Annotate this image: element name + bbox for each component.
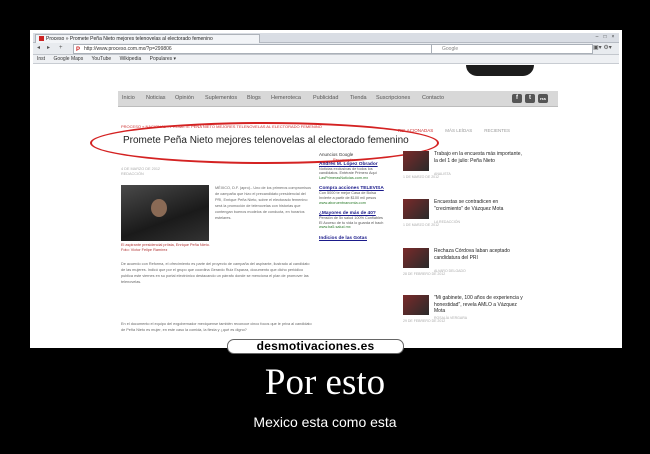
- side-thumbnail: [403, 295, 429, 315]
- side-item-title[interactable]: "Mi gabinete, 100 años de experiencia y …: [434, 295, 524, 315]
- bookmarks-bar: Inst Google Maps YouTube Wikipedia Popul…: [33, 55, 619, 64]
- article-body: De acuerdo con Reforma, el ofrecimiento …: [121, 262, 310, 284]
- tab-title: Proceso » Promete Peña Nieto mejores tel…: [46, 36, 213, 42]
- side-item-title[interactable]: Rechaza Córdova Iaban aceptado candidatu…: [434, 248, 524, 261]
- window-controls: – □ ×: [593, 34, 617, 41]
- ad-title[interactable]: Indicios de las Gotas: [319, 236, 384, 241]
- side-thumbnail: [403, 151, 429, 171]
- red-circle-annotation: [90, 122, 439, 164]
- site-nav: Inicio Noticias Opinión Suplementos Blog…: [118, 91, 558, 107]
- search-placeholder: Google: [442, 46, 459, 52]
- side-thumbnail: [403, 199, 429, 219]
- search-input[interactable]: Google: [431, 44, 593, 54]
- browser-window: Proceso » Promete Peña Nieto mejores tel…: [33, 33, 619, 345]
- nav-item[interactable]: Inicio: [122, 91, 135, 106]
- close-button[interactable]: ×: [609, 34, 617, 41]
- ads-label: Anuncios Google: [319, 152, 354, 157]
- ad-title[interactable]: Andrés M. López Obrador: [319, 162, 384, 167]
- site-favicon-icon: [39, 36, 44, 42]
- ad-text: Noticias exclusivas de todos los candida…: [319, 166, 377, 176]
- article-photo: [121, 185, 209, 241]
- nav-item[interactable]: Noticias: [146, 91, 166, 106]
- bookmark-item[interactable]: Google Maps: [53, 56, 83, 62]
- side-item-date: 29 DE FEBRERO DE 2012: [403, 319, 446, 323]
- nav-item[interactable]: Blogs: [247, 91, 261, 106]
- ad-url[interactable]: www.aboruentnanomia.com: [319, 201, 384, 206]
- site-favicon-icon: P: [76, 47, 81, 53]
- tab-related[interactable]: RELACIONADAS: [398, 128, 433, 133]
- nav-item[interactable]: Suscripciones: [376, 91, 410, 106]
- url-text: http://www.proceso.com.mx/?p=299806: [84, 46, 172, 52]
- ad-item[interactable]: Compra acciones TELEVISA Con 5000 te mej…: [319, 186, 384, 205]
- bookmark-item[interactable]: Populares ▾: [150, 56, 176, 62]
- ad-item[interactable]: Andrés M. López Obrador Noticias exclusi…: [319, 162, 384, 181]
- back-button[interactable]: ◂: [37, 45, 40, 52]
- ad-item[interactable]: ¿Mayores de más de 40? Pensión de 5x sal…: [319, 211, 384, 230]
- rss-icon[interactable]: rss: [538, 94, 548, 103]
- poster-frame: Proceso » Promete Peña Nieto mejores tel…: [30, 30, 622, 348]
- side-item-date: 28 DE FEBRERO DE 2012: [403, 272, 446, 276]
- watermark-text: desmotivaciones.es: [256, 339, 375, 353]
- nav-item[interactable]: Suplementos: [205, 91, 237, 106]
- ad-text: Con 5000 te mejor Casa de Bolsa Invierte…: [319, 191, 377, 200]
- browser-tab[interactable]: Proceso » Promete Peña Nieto mejores tel…: [35, 34, 260, 43]
- forward-button[interactable]: ▸: [47, 45, 50, 52]
- google-ads: Anuncios Google Andrés M. López Obrador …: [319, 152, 384, 241]
- side-item-date: 1 DE MARZO DE 2012: [403, 175, 439, 179]
- menu-icons[interactable]: ▣▾ ⚙▾: [593, 45, 612, 52]
- tab-most-read[interactable]: MÁS LEÍDAS: [445, 128, 472, 133]
- poster-caption: Mexico esta como esta: [253, 414, 397, 430]
- bookmark-item[interactable]: Inst: [37, 56, 45, 62]
- side-thumbnail: [403, 248, 429, 268]
- twitter-icon[interactable]: t: [525, 94, 535, 103]
- site-logo-shape: [466, 65, 534, 76]
- nav-item[interactable]: Opinión: [175, 91, 194, 106]
- article-intro: MÉXICO, D.F. (apro).- Uno de los primero…: [215, 186, 312, 220]
- side-item-date: 1 DE MARZO DE 2012: [403, 223, 439, 227]
- poster-heading: Por esto: [264, 362, 386, 403]
- nav-item[interactable]: Tienda: [350, 91, 367, 106]
- tab-bar: Proceso » Promete Peña Nieto mejores tel…: [33, 33, 619, 43]
- ad-item[interactable]: Indicios de las Gotas: [319, 236, 384, 241]
- nav-item[interactable]: Hemeroteca: [271, 91, 301, 106]
- side-item-title[interactable]: Encuestas se contradicen en "crecimiento…: [434, 199, 524, 212]
- side-tabs: RELACIONADAS MÁS LEÍDAS RECIENTES: [398, 128, 522, 133]
- navigation-toolbar: ◂ ▸ + Phttp://www.proceso.com.mx/?p=2998…: [33, 43, 619, 55]
- tab-recent[interactable]: RECIENTES: [484, 128, 510, 133]
- minimize-button[interactable]: –: [593, 34, 601, 41]
- photo-caption: El aspirante presidencial priísta, Enriq…: [121, 243, 210, 252]
- ad-url[interactable]: www.ba5.salud.mx: [319, 225, 384, 230]
- address-bar[interactable]: Phttp://www.proceso.com.mx/?p=299806: [73, 44, 435, 54]
- new-tab-button[interactable]: +: [59, 45, 63, 52]
- ad-text: Pensión de 5x salud 100% Confiables El A…: [319, 216, 384, 225]
- bookmark-item[interactable]: Wikipedia: [120, 56, 142, 62]
- maximize-button[interactable]: □: [601, 34, 609, 41]
- watermark-logo: desmotivaciones.es: [227, 339, 404, 354]
- article-author: REDACCIÓN: [121, 172, 144, 176]
- bookmark-item[interactable]: YouTube: [92, 56, 112, 62]
- ad-url[interactable]: LasPrimerasNoticias.com.mx: [319, 176, 384, 181]
- nav-item[interactable]: Contacto: [422, 91, 444, 106]
- nav-item[interactable]: Publicidad: [313, 91, 338, 106]
- side-item-title[interactable]: Trabajo en la encuesta más importante, l…: [434, 151, 524, 164]
- facebook-icon[interactable]: f: [512, 94, 522, 103]
